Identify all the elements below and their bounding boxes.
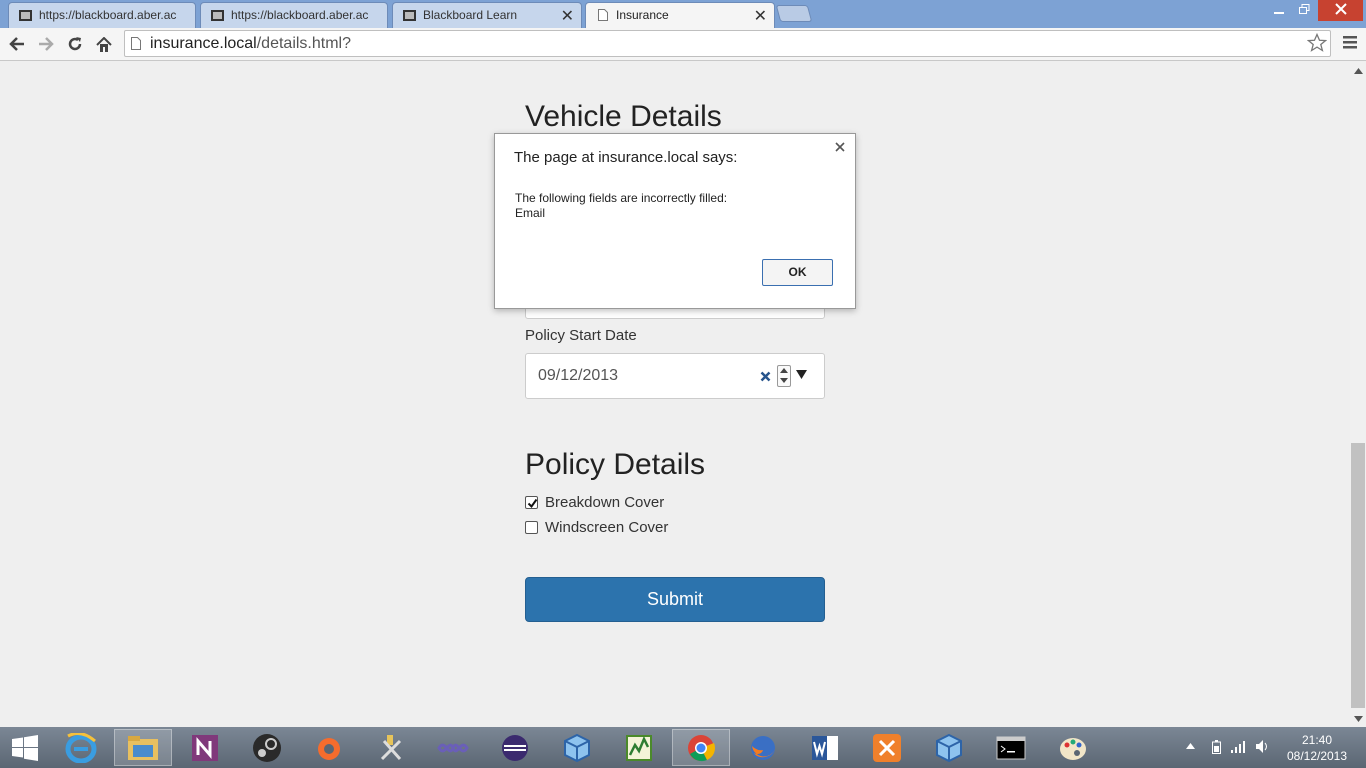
eclipse-icon[interactable] <box>486 729 544 766</box>
home-button[interactable] <box>92 32 116 56</box>
virtualbox-icon[interactable] <box>920 729 978 766</box>
url-text: insurance.local/details.html? <box>150 35 351 53</box>
signal-icon[interactable] <box>1231 740 1247 756</box>
close-tab-icon[interactable]: ✕ <box>561 6 574 26</box>
tab-label: https://blackboard.aber.ac <box>39 8 177 22</box>
chart-app-icon[interactable] <box>610 729 668 766</box>
policy-start-date-input[interactable]: 09/12/2013 <box>525 353 825 399</box>
spin-down-icon[interactable] <box>780 378 788 385</box>
dialog-message-line: Email <box>515 206 546 220</box>
new-tab-button[interactable] <box>775 5 813 22</box>
address-bar[interactable]: insurance.local/details.html? <box>124 30 1331 57</box>
windows-taskbar: 21:40 08/12/2013 <box>0 727 1366 768</box>
page-icon <box>131 37 141 55</box>
tab-label: https://blackboard.aber.ac <box>231 8 369 22</box>
dialog-message: The following fields are incorrectly fil… <box>515 191 727 221</box>
dropdown-arrow-icon[interactable] <box>796 368 807 382</box>
tools-icon[interactable] <box>362 729 420 766</box>
browser-toolbar: insurance.local/details.html? <box>0 28 1366 61</box>
show-hidden-icons-icon[interactable] <box>1186 741 1195 752</box>
forward-button[interactable] <box>34 32 58 56</box>
clock-time: 21:40 <box>1301 733 1333 747</box>
browser-titlebar: https://blackboard.aber.ac https://black… <box>0 0 1366 28</box>
internet-explorer-icon[interactable] <box>52 729 110 766</box>
blackboard-icon <box>19 9 32 21</box>
reload-button[interactable] <box>63 32 87 56</box>
scroll-up-icon[interactable] <box>1350 62 1366 79</box>
url-path: /details.html? <box>256 35 351 52</box>
chrome-icon[interactable] <box>672 729 730 766</box>
restore-button[interactable] <box>1292 0 1317 21</box>
vehicle-details-heading: Vehicle Details <box>525 100 722 133</box>
browser-tab[interactable]: Blackboard Learn ✕ <box>392 2 582 28</box>
date-value: 09/12/2013 <box>538 367 619 384</box>
paint-icon[interactable] <box>1044 729 1102 766</box>
alert-dialog: The page at insurance.local says: The fo… <box>494 133 856 309</box>
steam-icon[interactable] <box>238 729 296 766</box>
scroll-down-icon[interactable] <box>1350 710 1366 727</box>
policy-start-date-label: Policy Start Date <box>525 327 637 344</box>
submit-button[interactable]: Submit <box>525 577 825 622</box>
origin-icon[interactable] <box>300 729 358 766</box>
virtualbox-icon[interactable] <box>548 729 606 766</box>
spin-up-icon[interactable] <box>780 368 788 375</box>
clock-date: 08/12/2013 <box>1286 749 1348 763</box>
close-window-button[interactable] <box>1318 0 1363 21</box>
blackboard-icon <box>403 9 416 21</box>
policy-details-heading: Policy Details <box>525 448 706 481</box>
blackboard-icon <box>211 9 224 21</box>
onenote-icon[interactable] <box>176 729 234 766</box>
file-explorer-icon[interactable] <box>114 729 172 766</box>
back-button[interactable] <box>5 32 29 56</box>
windscreen-cover-checkbox[interactable] <box>525 521 538 534</box>
bookmark-star-icon[interactable] <box>1306 32 1328 58</box>
dialog-title: The page at insurance.local says: <box>514 149 738 166</box>
visual-studio-icon[interactable] <box>424 729 482 766</box>
command-prompt-icon[interactable] <box>982 729 1040 766</box>
tab-label: Insurance <box>616 8 669 22</box>
close-icon[interactable] <box>835 139 845 156</box>
browser-tab[interactable]: https://blackboard.aber.ac <box>200 2 388 28</box>
tab-label: Blackboard Learn <box>423 8 518 22</box>
windscreen-cover-label[interactable]: Windscreen Cover <box>545 519 668 536</box>
breakdown-cover-checkbox[interactable] <box>525 496 538 509</box>
date-spinner[interactable] <box>777 365 791 387</box>
volume-icon[interactable] <box>1256 740 1270 756</box>
battery-icon[interactable] <box>1212 740 1221 757</box>
xampp-icon[interactable] <box>858 729 916 766</box>
minimize-button[interactable] <box>1266 0 1292 21</box>
page-scrollbar[interactable] <box>1350 62 1366 727</box>
breakdown-cover-label[interactable]: Breakdown Cover <box>545 494 664 511</box>
firefox-icon[interactable] <box>734 729 792 766</box>
url-host: insurance.local <box>150 35 257 52</box>
windows-start-icon[interactable] <box>0 729 50 766</box>
word-icon[interactable] <box>796 729 854 766</box>
browser-tab[interactable]: https://blackboard.aber.ac <box>8 2 196 28</box>
scrollbar-thumb[interactable] <box>1351 443 1365 708</box>
dialog-message-line: The following fields are incorrectly fil… <box>515 191 728 205</box>
browser-tab-active[interactable]: Insurance ✕ <box>585 2 775 28</box>
close-tab-icon[interactable]: ✕ <box>754 6 767 26</box>
ok-button[interactable]: OK <box>762 259 833 286</box>
system-clock[interactable]: 21:40 08/12/2013 <box>1282 732 1352 764</box>
clear-icon[interactable] <box>760 366 771 388</box>
menu-icon[interactable] <box>1343 35 1357 54</box>
page-icon <box>596 9 609 21</box>
